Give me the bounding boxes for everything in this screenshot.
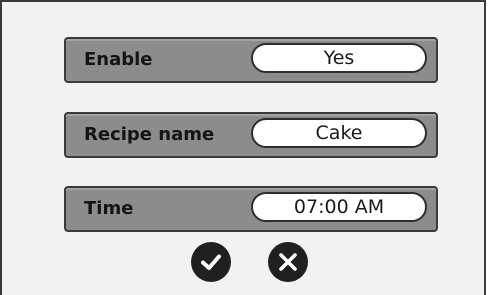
recipe-name-label: Recipe name [84, 124, 215, 145]
enable-label: Enable [84, 49, 153, 70]
enable-field[interactable]: Yes [251, 43, 427, 73]
recipe-name-field[interactable]: Cake [251, 118, 427, 148]
recipe-name-row: Recipe name Cake [64, 112, 438, 158]
cancel-button[interactable] [268, 242, 308, 282]
confirm-button[interactable] [191, 242, 231, 282]
enable-row: Enable Yes [64, 37, 438, 83]
close-icon [279, 253, 297, 271]
checkmark-icon [201, 254, 221, 270]
time-row: Time 07:00 AM [64, 186, 438, 232]
time-field[interactable]: 07:00 AM [251, 192, 427, 222]
settings-panel: Enable Yes Recipe name Cake Time 07:00 A… [0, 0, 486, 295]
time-label: Time [84, 198, 134, 219]
